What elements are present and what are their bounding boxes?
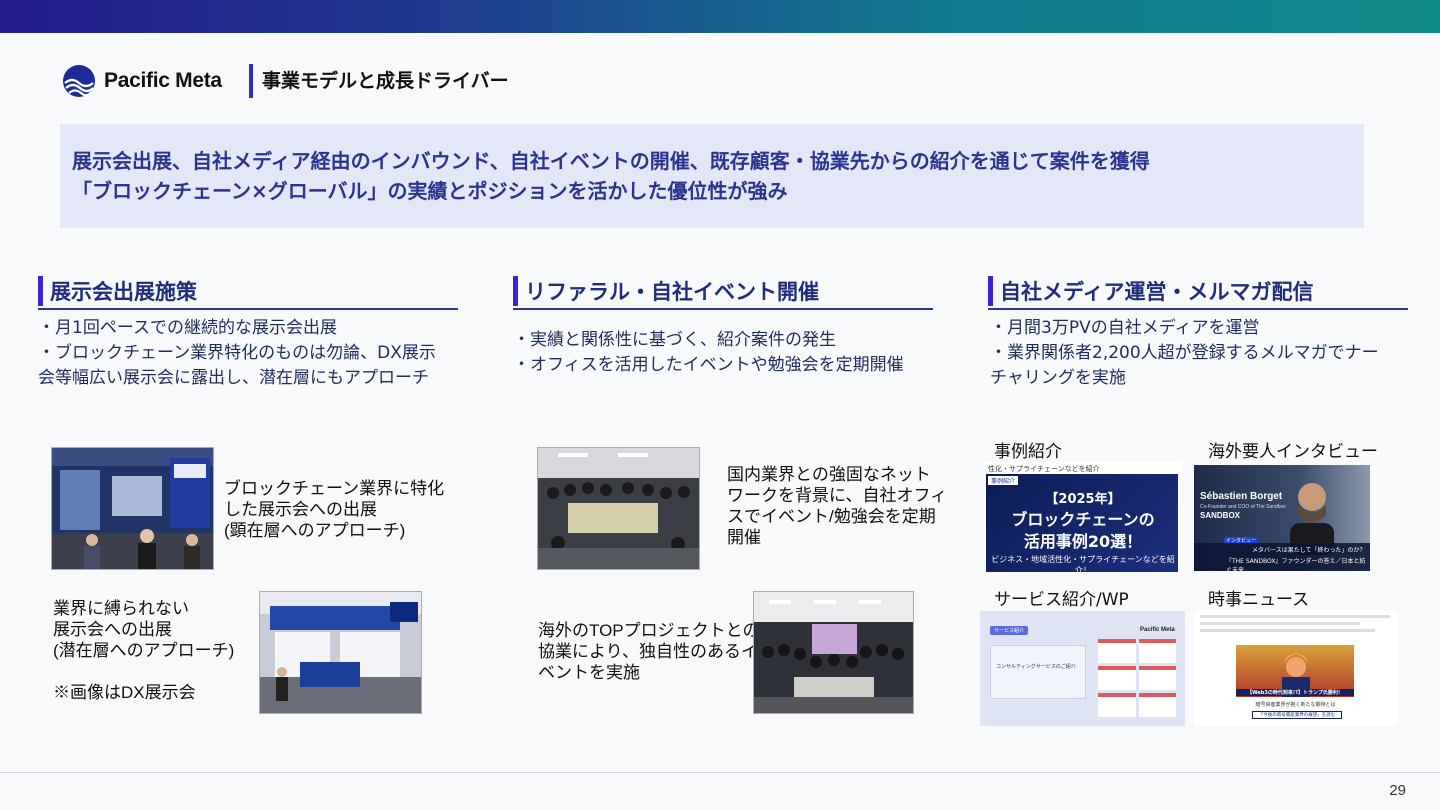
column-body-referral: ・実績と関係性に基づく、紹介案件の発生 ・オフィスを活用したイベントや勉強会を定… bbox=[513, 328, 904, 378]
thumb-text: メタバースは果たして「終わった」のか？ bbox=[1252, 547, 1366, 554]
caption-line: ブロックチェーン業界に特化 bbox=[224, 479, 445, 498]
exhibition-caption-2: 業界に縛られない 展示会への出展 (潜在層へのアプローチ) ※画像はDX展示会 bbox=[53, 598, 234, 703]
column-body-exhibition: ・月1回ペースでの継続的な展示会出展 ・ブロックチェーン業界特化のものは勿論、D… bbox=[38, 316, 436, 391]
thumb-text: 【2025年】 bbox=[1045, 492, 1121, 507]
news-thumbnail[interactable]: 【Web3の時代到来!?】トランプ氏勝利！ 暗号資産業界が抱く新たな期待とは 「… bbox=[1194, 611, 1397, 726]
exhibition-caption-1: ブロックチェーン業界に特化 した展示会への出展 (顕在層へのアプローチ) bbox=[224, 478, 444, 541]
interview-thumbnail[interactable]: Sébastien Borget Co-Founder and COO of T… bbox=[1194, 465, 1370, 571]
thumb-text: 暗号資産業界が抱く新たな期待とは bbox=[1255, 702, 1336, 708]
heading-text: 自社メディア運営・メルマガ配信 bbox=[1000, 280, 1314, 304]
caption-line: ワークを背景に、自社オフィ bbox=[727, 486, 948, 505]
bullet: ・ブロックチェーン業界特化のものは勿論、DX展示 bbox=[38, 343, 436, 363]
caption-line: (顕在層へのアプローチ) bbox=[224, 521, 406, 540]
media-label-service: サービス紹介/WP bbox=[994, 590, 1129, 610]
overseas-event-caption: 海外のTOPプロジェクトとの 協業により、独自性のあるイ ベントを実施 bbox=[538, 620, 759, 683]
thumb-text: SANDBOX bbox=[1200, 511, 1241, 520]
case-study-thumbnail[interactable]: 性化・サプライチェーンなどを紹介 事例紹介 【2025年】 ブロックチェーンの … bbox=[984, 462, 1182, 572]
thumb-button: 「今後の暗号資産業界の展望」を読む bbox=[1252, 711, 1342, 719]
office-event-caption: 国内業界との強固なネット ワークを背景に、自社オフィ スでイベント/勉強会を定期… bbox=[727, 464, 947, 548]
media-label-case-study: 事例紹介 bbox=[994, 442, 1062, 462]
thumb-text: 『THE SANDBOX』ファウンダーの答え／日本と紡ぐ未来 bbox=[1226, 558, 1366, 571]
heading-text: リファラル・自社イベント開催 bbox=[525, 280, 819, 304]
caption-line bbox=[53, 661, 234, 682]
column-heading-exhibition: 展示会出展施策 bbox=[38, 274, 458, 310]
bullet: チャリングを実施 bbox=[990, 368, 1126, 388]
overseas-event-photo bbox=[753, 591, 914, 714]
bullet: ・オフィスを活用したイベントや勉強会を定期開催 bbox=[513, 355, 904, 375]
page-title: 事業モデルと成長ドライバー bbox=[262, 70, 509, 92]
summary-line-2: 「ブロックチェーン×グローバル」の実績とポジションを活かした優位性が強み bbox=[72, 179, 788, 203]
title-accent-bar bbox=[249, 64, 253, 98]
media-label-news: 時事ニュース bbox=[1208, 590, 1310, 610]
caption-line: 開催 bbox=[727, 528, 761, 547]
thumb-text: Sébastien Borget bbox=[1200, 491, 1283, 502]
column-heading-media: 自社メディア運営・メルマガ配信 bbox=[988, 274, 1408, 310]
thumb-text: ブロックチェーンの bbox=[1011, 510, 1155, 529]
caption-line: 協業により、独自性のあるイ bbox=[538, 642, 758, 661]
caption-line: ※画像はDX展示会 bbox=[53, 683, 196, 702]
thumb-text: ビジネス・地域活性化・サプライチェーンなどを紹介！ bbox=[991, 555, 1175, 572]
heading-accent bbox=[988, 276, 993, 306]
top-gradient-bar bbox=[0, 0, 1440, 33]
column-heading-referral: リファラル・自社イベント開催 bbox=[513, 274, 933, 310]
caption-line: 展示会への出展 bbox=[53, 620, 172, 639]
thumb-text: 活用事例20選！ bbox=[1023, 532, 1143, 551]
summary-line-1: 展示会出展、自社メディア経由のインバウンド、自社イベントの開催、既存顧客・協業先… bbox=[72, 149, 1150, 173]
thumb-badge: サービス紹介 bbox=[990, 626, 1029, 635]
column-body-media: ・月間3万PVの自社メディアを運営 ・業界関係者2,200人超が登録するメルマガ… bbox=[990, 316, 1379, 391]
caption-line: (潜在層へのアプローチ) bbox=[53, 641, 235, 660]
summary-box: 展示会出展、自社メディア経由のインバウンド、自社イベントの開催、既存顧客・協業先… bbox=[60, 124, 1364, 228]
bullet: ・月間3万PVの自社メディアを運営 bbox=[990, 318, 1260, 338]
page-number: 29 bbox=[1389, 782, 1406, 799]
caption-line: した展示会への出展 bbox=[224, 500, 377, 519]
caption-line: 業界に縛られない bbox=[53, 599, 189, 618]
bullet: ・月1回ペースでの継続的な展示会出展 bbox=[38, 318, 337, 338]
caption-line: ベントを実施 bbox=[538, 663, 640, 682]
pacific-meta-logo-icon bbox=[63, 65, 95, 97]
footer-divider bbox=[0, 772, 1440, 773]
brand-name: Pacific Meta bbox=[104, 69, 222, 92]
thumb-text: コンサルティングサービスのご紹介 bbox=[996, 664, 1076, 670]
service-wp-thumbnail[interactable]: サービス紹介 コンサルティングサービスのご紹介 Pacific Meta bbox=[980, 611, 1185, 726]
office-event-photo bbox=[537, 447, 700, 570]
heading-accent bbox=[38, 276, 43, 306]
company-logo: Pacific Meta bbox=[62, 64, 222, 98]
thumb-text: Co-Founder and COO of The Sandbox bbox=[1200, 504, 1286, 510]
bullet: 会等幅広い展示会に露出し、潜在層にもアプローチ bbox=[38, 368, 429, 388]
thumb-badge: 事例紹介 bbox=[988, 476, 1019, 485]
caption-line: 国内業界との強固なネット bbox=[727, 465, 931, 484]
thumb-text: 【Web3の時代到来!?】トランプ氏勝利！ bbox=[1236, 689, 1354, 696]
thumb-text: Pacific Meta bbox=[1140, 627, 1175, 633]
exhibition-photo-dx bbox=[259, 591, 422, 714]
thumb-text: 性化・サプライチェーンなどを紹介 bbox=[988, 465, 1100, 473]
caption-line: スでイベント/勉強会を定期 bbox=[727, 507, 936, 526]
bullet: ・業界関係者2,200人超が登録するメルマガでナー bbox=[990, 343, 1379, 363]
heading-text: 展示会出展施策 bbox=[50, 280, 197, 304]
bullet: ・実績と関係性に基づく、紹介案件の発生 bbox=[513, 330, 836, 350]
media-label-interview: 海外要人インタビュー bbox=[1208, 442, 1378, 462]
exhibition-photo-blockchain bbox=[51, 447, 214, 570]
heading-accent bbox=[513, 276, 518, 306]
caption-line: 海外のTOPプロジェクトとの bbox=[538, 621, 760, 640]
